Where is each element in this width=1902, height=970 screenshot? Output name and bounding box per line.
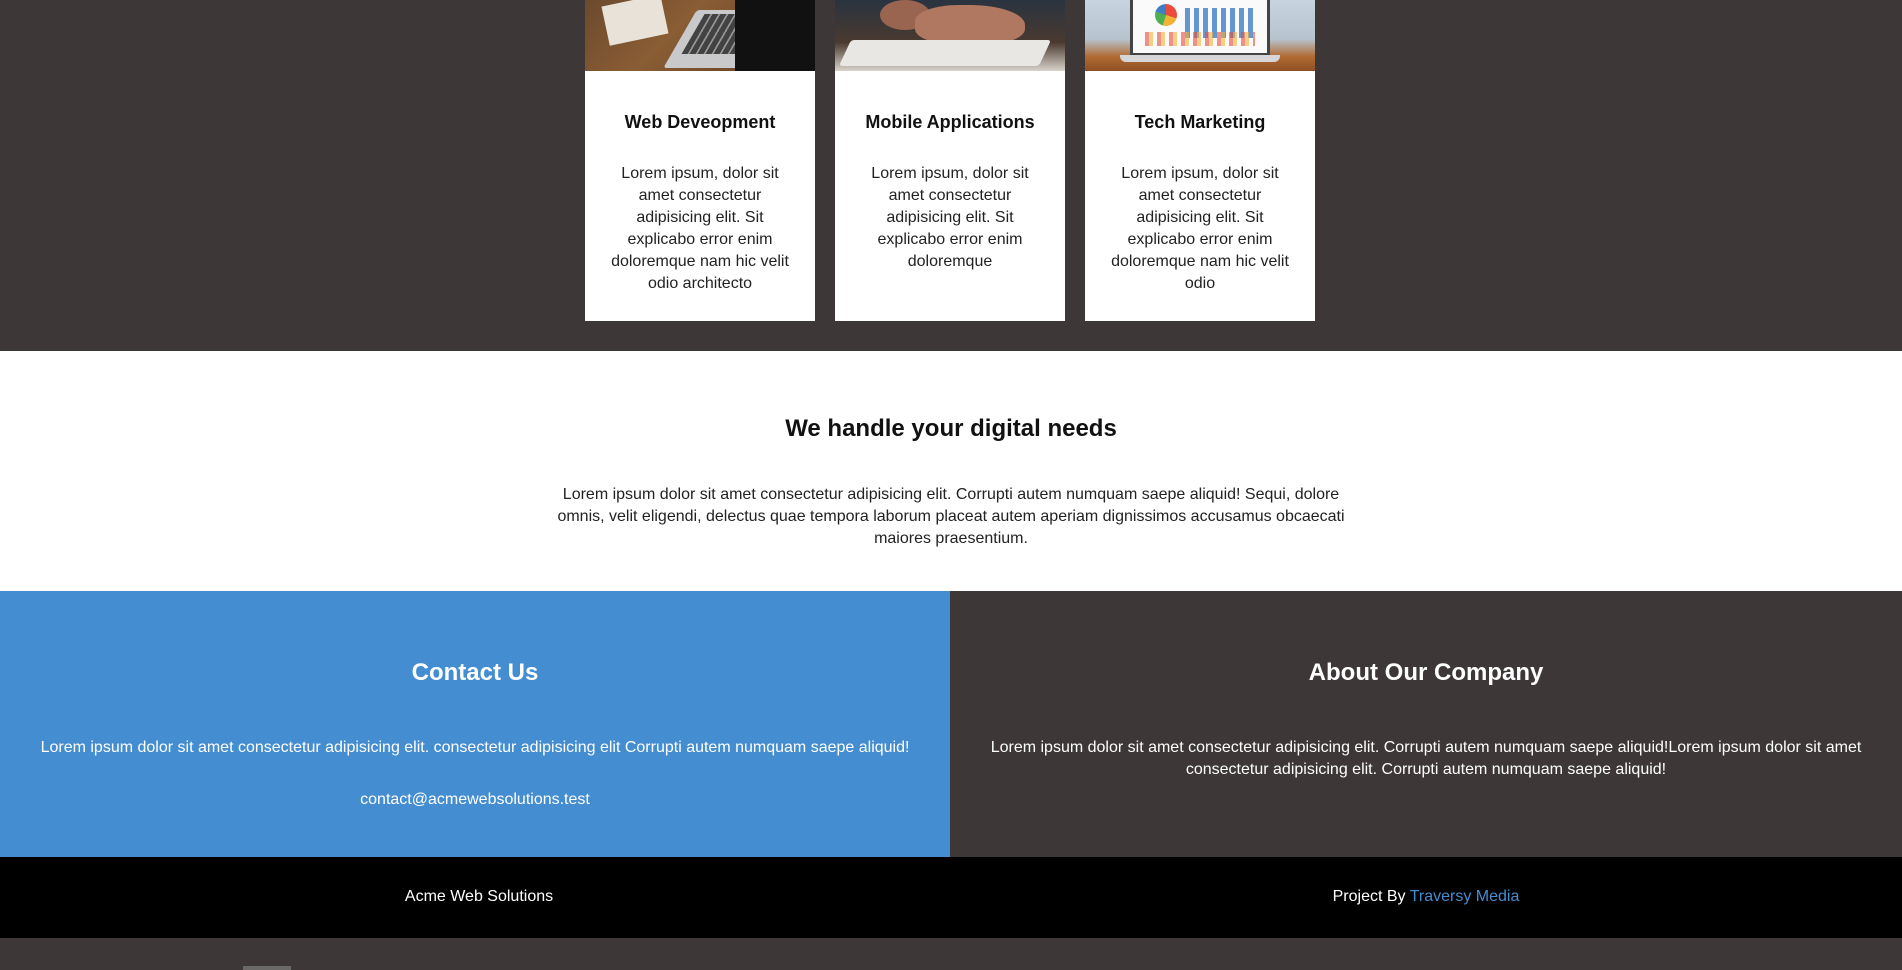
service-card-title: Tech Marketing — [1134, 112, 1266, 132]
digital-needs-section: We handle your digital needs Lorem ipsum… — [0, 351, 1902, 591]
section-text: Lorem ipsum dolor sit amet consectetur a… — [557, 486, 1345, 547]
service-card-title: Web Deveopment — [624, 112, 776, 132]
footer-credit: Project By Traversy Media — [950, 888, 1902, 906]
contact-section: Contact Us Lorem ipsum dolor sit amet co… — [0, 591, 950, 857]
footer-credit-prefix: Project By — [1332, 888, 1410, 905]
service-card-tech-marketing: Tech Marketing Lorem ipsum, dolor sit am… — [1085, 0, 1315, 321]
service-card-text: Lorem ipsum, dolor sit amet consectetur … — [1111, 165, 1289, 292]
section-heading: We handle your digital needs — [785, 415, 1117, 442]
service-card-mobile-applications: Mobile Applications Lorem ipsum, dolor s… — [835, 0, 1065, 321]
contact-email[interactable]: contact@acmewebsolutions.test — [0, 789, 950, 811]
page-footer: Acme Web Solutions Project By Traversy M… — [0, 857, 1902, 938]
contact-heading: Contact Us — [411, 659, 539, 686]
services-section: Web Deveopment Lorem ipsum, dolor sit am… — [0, 0, 1902, 351]
about-section: About Our Company Lorem ipsum dolor sit … — [950, 591, 1902, 857]
contact-text: Lorem ipsum dolor sit amet consectetur a… — [40, 739, 910, 756]
laptop-photo — [585, 0, 815, 71]
service-card-title: Mobile Applications — [865, 112, 1035, 132]
service-card-text: Lorem ipsum, dolor sit amet consectetur … — [871, 165, 1029, 270]
about-heading: About Our Company — [1308, 659, 1544, 686]
footer-brand: Acme Web Solutions — [404, 888, 554, 905]
traversy-media-link[interactable]: Traversy Media — [1410, 888, 1520, 905]
keyboard-hands-photo — [835, 0, 1065, 71]
service-card-web-development: Web Deveopment Lorem ipsum, dolor sit am… — [585, 0, 815, 321]
laptop-charts-photo — [1085, 0, 1315, 71]
horizontal-scrollbar-thumb[interactable] — [243, 966, 291, 970]
service-card-text: Lorem ipsum, dolor sit amet consectetur … — [611, 165, 789, 292]
about-text: Lorem ipsum dolor sit amet consectetur a… — [990, 739, 1862, 778]
